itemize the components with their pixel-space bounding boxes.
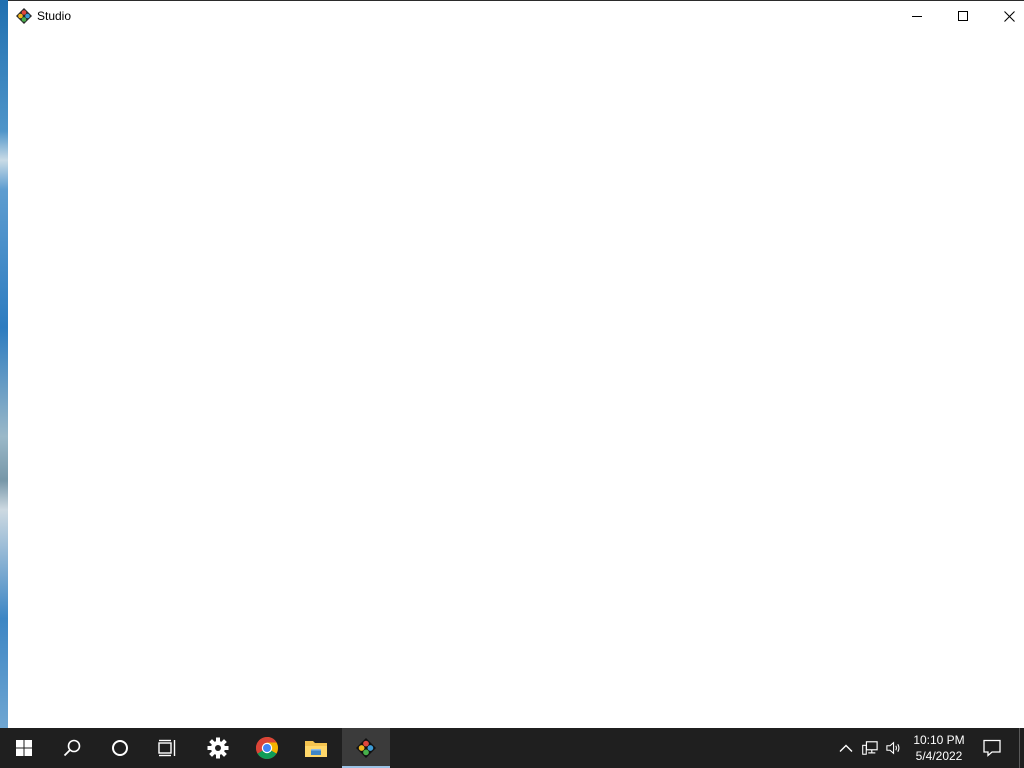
window-client-area[interactable] [8,31,1024,728]
chrome-button[interactable] [243,728,291,768]
search-button[interactable] [48,728,96,768]
studio-taskbar-button[interactable] [342,728,390,768]
action-center-button[interactable] [983,739,1001,757]
cortana-button[interactable] [96,728,144,768]
volume-icon [886,741,900,755]
action-center-icon [983,739,1001,757]
windows-logo-icon [16,740,32,756]
title-bar[interactable]: Studio [8,1,1024,31]
maximize-icon [958,11,968,21]
settings-button[interactable] [194,728,242,768]
circle-icon [112,740,128,756]
desktop-wallpaper [0,0,8,728]
chevron-up-icon [839,744,853,752]
window-title: Studio [37,9,72,23]
chrome-icon [256,737,278,759]
folder-icon [305,741,327,757]
file-explorer-button[interactable] [292,728,340,768]
close-icon [1003,10,1015,22]
studio-window[interactable]: Studio [8,0,1024,728]
volume-button[interactable] [886,740,902,756]
studio-app-icon [16,8,32,24]
maximize-button[interactable] [940,1,986,31]
clock-time: 10:10 PM [913,733,965,747]
show-hidden-icons-button[interactable] [838,740,854,756]
taskbar: 10:10 PM 5/4/2022 [0,728,1024,768]
minimize-button[interactable] [894,1,940,31]
clock-date: 5/4/2022 [915,749,963,763]
clock[interactable]: 10:10 PM 5/4/2022 [908,732,970,764]
minimize-icon [912,16,922,17]
task-view-button[interactable] [144,728,192,768]
start-button[interactable] [0,728,48,768]
task-view-icon [158,739,176,757]
network-button[interactable] [862,740,878,756]
show-desktop-button[interactable] [1019,728,1024,768]
gear-icon [207,737,229,759]
studio-app-icon [356,738,376,758]
network-icon [862,741,878,755]
close-button[interactable] [986,1,1024,31]
search-icon [63,739,81,757]
